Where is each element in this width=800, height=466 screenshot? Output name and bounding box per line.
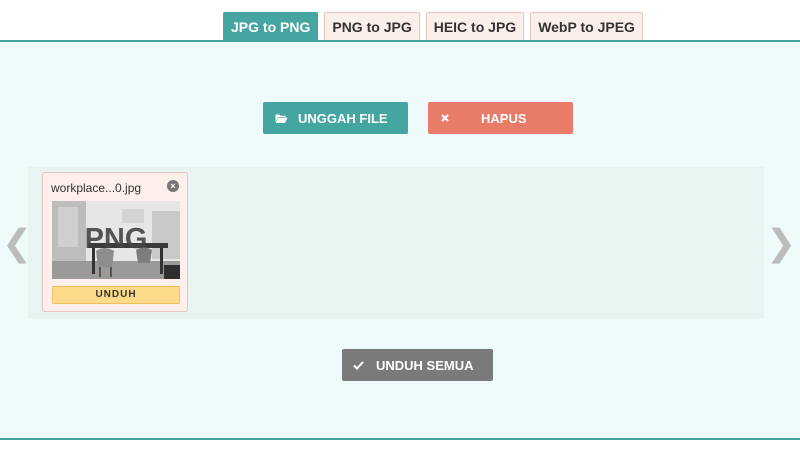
remove-file-icon[interactable]: × [167, 180, 179, 192]
clear-queue-label: HAPUS [481, 110, 527, 126]
tab-jpg-to-png[interactable]: JPG to PNG [223, 12, 319, 41]
tab-webp-to-jpeg[interactable]: WebP to JPEG [530, 12, 643, 40]
tab-png-to-jpg[interactable]: PNG to JPG [324, 12, 420, 40]
output-format-label: PNG [84, 223, 148, 255]
check-icon [353, 360, 364, 370]
file-card: workplace...0.jpg × PNG UNDUH [42, 172, 188, 312]
download-button[interactable]: UNDUH [52, 286, 180, 304]
download-all-label: UNDUH SEMUA [376, 357, 474, 373]
upload-file-label: UNGGAH FILE [298, 110, 388, 126]
download-all-button[interactable]: UNDUH SEMUA [342, 349, 493, 381]
clear-queue-button[interactable]: HAPUS [428, 102, 573, 134]
converter-tabs: JPG to PNG PNG to JPG HEIC to JPG WebP t… [223, 12, 643, 41]
file-thumbnail: PNG [52, 201, 180, 279]
upload-file-button[interactable]: UNGGAH FILE [263, 102, 408, 134]
converter-panel: UNGGAH FILE HAPUS ❮ ❯ workplace...0.jpg … [0, 40, 800, 440]
folder-open-icon [275, 113, 288, 124]
tab-heic-to-jpg[interactable]: HEIC to JPG [425, 12, 525, 40]
x-icon [441, 114, 449, 122]
carousel-prev-icon[interactable]: ❮ [2, 225, 32, 261]
file-name: workplace...0.jpg [51, 181, 142, 195]
carousel-next-icon[interactable]: ❯ [766, 225, 796, 261]
